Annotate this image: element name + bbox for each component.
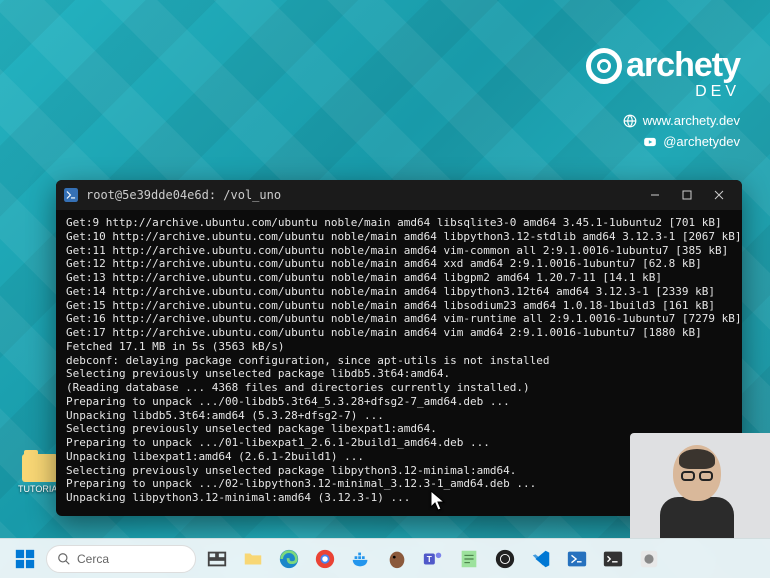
brand-youtube: @archetydev (663, 132, 740, 153)
start-button[interactable] (10, 544, 40, 574)
taskbar-vscode[interactable] (526, 544, 556, 574)
taskbar-obs[interactable] (490, 544, 520, 574)
search-placeholder: Cerca (77, 552, 109, 566)
window-maximize-button[interactable] (672, 184, 702, 206)
taskbar-powershell[interactable] (562, 544, 592, 574)
taskbar-edge[interactable] (274, 544, 304, 574)
taskbar-terminal[interactable] (598, 544, 628, 574)
windows-taskbar[interactable]: Cerca T (0, 538, 770, 578)
maximize-icon (682, 190, 692, 200)
webcam-overlay (630, 433, 770, 538)
mouse-cursor-icon (430, 490, 446, 512)
dbeaver-icon (386, 548, 408, 570)
minimize-icon (650, 190, 660, 200)
globe-icon (623, 114, 637, 128)
taskbar-docker[interactable] (346, 544, 376, 574)
window-minimize-button[interactable] (640, 184, 670, 206)
taskbar-taskview[interactable] (202, 544, 232, 574)
taskview-icon (206, 548, 228, 570)
taskbar-dbeaver[interactable] (382, 544, 412, 574)
taskbar-teams[interactable]: T (418, 544, 448, 574)
chrome-icon (314, 548, 336, 570)
taskbar-app[interactable] (634, 544, 664, 574)
obs-icon (494, 548, 516, 570)
powershell-icon (566, 548, 588, 570)
svg-text:T: T (427, 554, 432, 563)
taskbar-notepadpp[interactable] (454, 544, 484, 574)
youtube-icon (643, 135, 657, 149)
window-close-button[interactable] (704, 184, 734, 206)
teams-icon: T (422, 548, 444, 570)
brand-name: archety (626, 46, 740, 85)
brand-logo-icon (586, 48, 622, 84)
notepad-icon (458, 548, 480, 570)
vscode-icon (530, 548, 552, 570)
docker-icon (350, 548, 372, 570)
edge-icon (278, 548, 300, 570)
terminal-icon (602, 548, 624, 570)
app-icon (638, 548, 660, 570)
brand-overlay: archety DEV www.archety.dev @archetydev (586, 46, 740, 153)
folder-icon (22, 454, 58, 482)
close-icon (714, 190, 724, 200)
windows-icon (14, 548, 36, 570)
folder-icon (242, 548, 264, 570)
terminal-titlebar[interactable]: root@5e39dde04e6d: /vol_uno (56, 180, 742, 210)
taskbar-chrome[interactable] (310, 544, 340, 574)
powershell-icon (64, 188, 78, 202)
taskbar-search[interactable]: Cerca (46, 545, 196, 573)
brand-website: www.archety.dev (643, 111, 740, 132)
taskbar-explorer[interactable] (238, 544, 268, 574)
search-icon (57, 552, 71, 566)
terminal-title: root@5e39dde04e6d: /vol_uno (86, 188, 632, 203)
brand-subtitle: DEV (586, 83, 740, 101)
